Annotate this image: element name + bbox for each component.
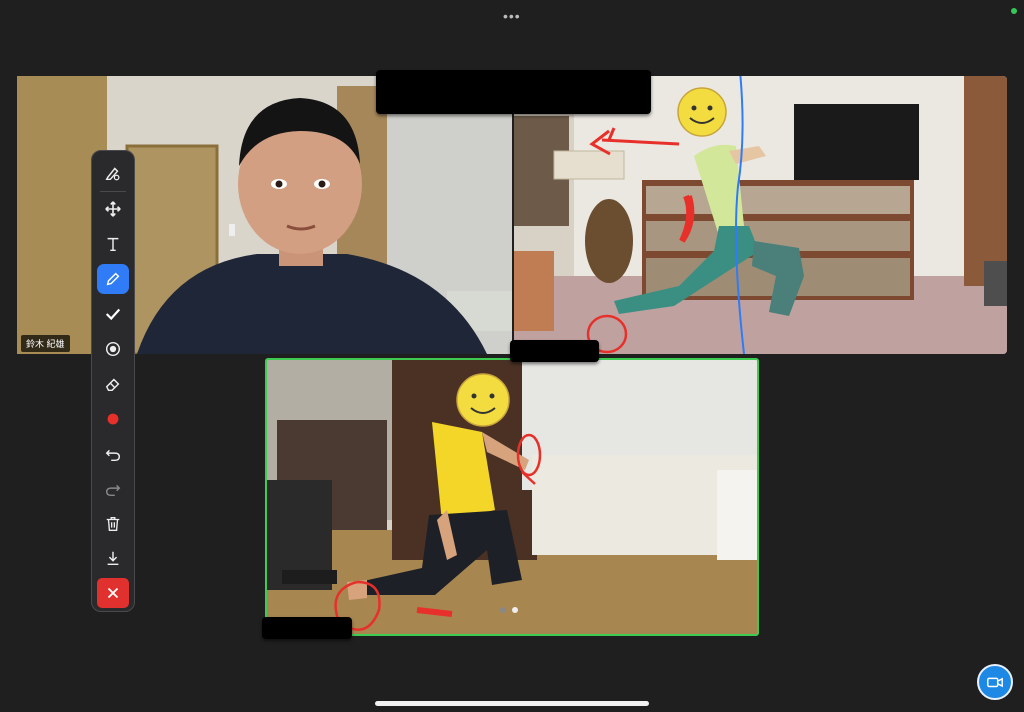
toolbar-divider	[100, 191, 126, 192]
video-tile-participant-right[interactable]	[514, 76, 1007, 354]
redaction-bar	[510, 340, 599, 362]
participant-right-video-frame	[514, 76, 1007, 354]
spotlight-icon[interactable]	[97, 334, 129, 364]
video-tile-active-speaker[interactable]	[265, 358, 759, 636]
annotation-toolbar	[91, 150, 135, 612]
page-dot-1[interactable]	[500, 607, 506, 613]
brush-settings-icon[interactable]	[97, 158, 129, 188]
color-icon[interactable]	[97, 404, 129, 434]
home-indicator[interactable]	[375, 701, 649, 706]
redaction-bar	[376, 70, 651, 114]
undo-icon[interactable]	[97, 439, 129, 469]
checkmark-icon[interactable]	[97, 299, 129, 329]
page-indicator[interactable]	[500, 600, 524, 618]
eraser-icon[interactable]	[97, 369, 129, 399]
camera-status-indicator	[1011, 8, 1017, 14]
move-icon[interactable]	[97, 194, 129, 224]
save-icon[interactable]	[97, 543, 129, 573]
trash-icon[interactable]	[97, 509, 129, 539]
participant-name-label: 鈴木 紀雄	[21, 335, 70, 352]
close-icon	[107, 587, 119, 599]
redo-icon[interactable]	[97, 474, 129, 504]
page-dot-2[interactable]	[512, 607, 518, 613]
text-icon[interactable]	[97, 229, 129, 259]
redaction-bar	[262, 617, 352, 639]
pen-icon[interactable]	[97, 264, 129, 294]
camera-button[interactable]	[977, 664, 1013, 700]
close-annotation-button[interactable]	[97, 578, 129, 608]
video-camera-icon	[987, 677, 1003, 688]
multitasking-dots[interactable]: •••	[503, 8, 521, 24]
active-speaker-video-frame	[267, 360, 757, 634]
